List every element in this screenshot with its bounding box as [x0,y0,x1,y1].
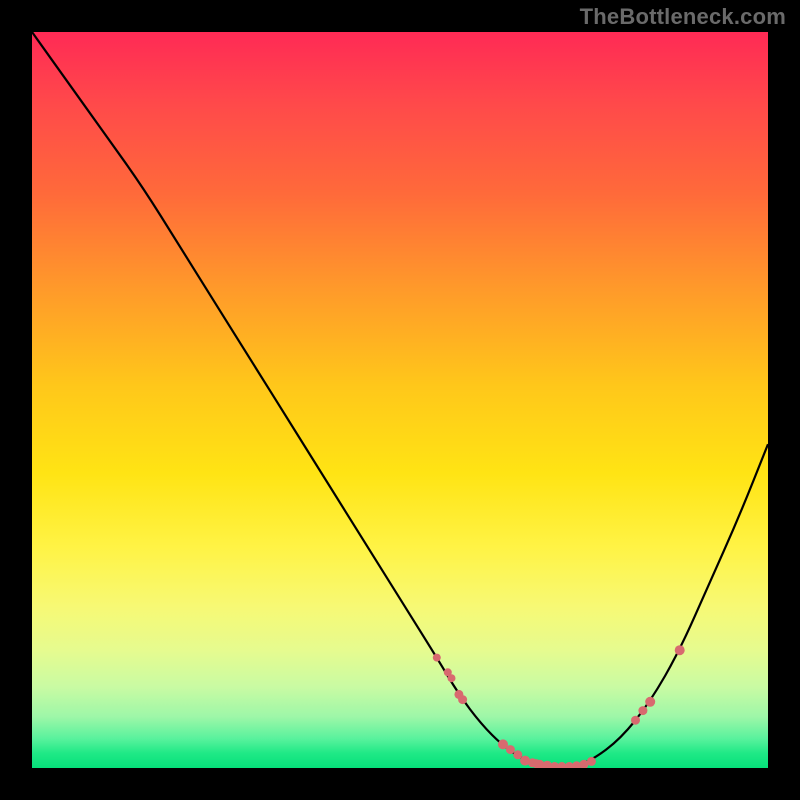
data-marker [433,654,441,662]
watermark-text: TheBottleneck.com [580,4,786,30]
data-marker [587,757,596,766]
bottleneck-curve [32,32,768,768]
chart-stage: TheBottleneck.com [0,0,800,800]
curve-layer [32,32,768,768]
data-marker [675,645,685,655]
data-marker [448,674,456,682]
data-marker [631,716,640,725]
plot-area [32,32,768,768]
data-marker [638,706,647,715]
data-marker [645,697,655,707]
data-marker [458,695,467,704]
data-marker [506,745,515,754]
